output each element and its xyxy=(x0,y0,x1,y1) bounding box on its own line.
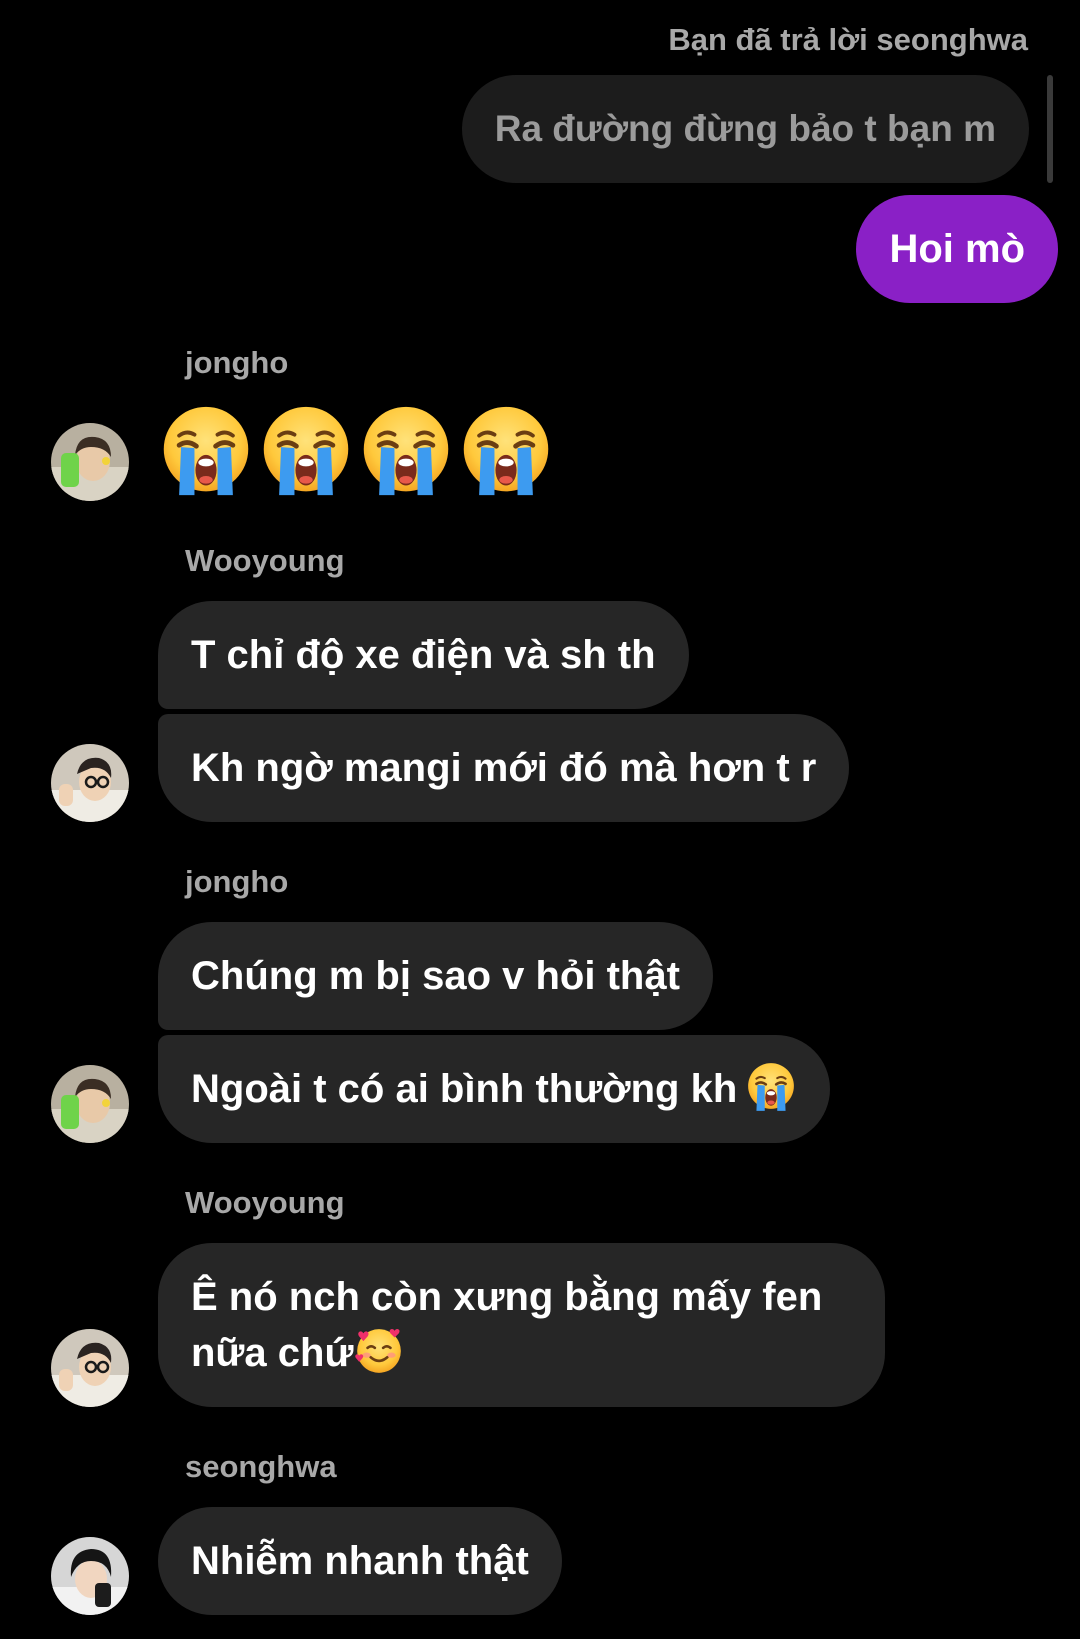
sender-name: jongho xyxy=(185,864,289,899)
sent-message-bubble[interactable]: Hoi mò xyxy=(856,195,1058,303)
message-bubble[interactable]: T chỉ độ xe điện và sh th xyxy=(158,601,689,709)
emoji-message[interactable] xyxy=(158,403,554,499)
loudly-crying-face-icon xyxy=(158,403,254,499)
avatar-jongho[interactable] xyxy=(51,423,129,501)
message-bubble[interactable]: Kh ngờ mangi mới đó mà hơn t r xyxy=(158,714,850,822)
message-text: Ê nó nch còn xưng bằng mấy fen nữa chứ xyxy=(191,1275,823,1375)
loudly-crying-face-icon xyxy=(745,1061,797,1113)
loudly-crying-face-icon xyxy=(358,403,454,499)
sender-name: jongho xyxy=(185,345,289,380)
loudly-crying-face-icon xyxy=(258,403,354,499)
message-bubble[interactable]: Nhiễm nhanh thật xyxy=(158,1507,562,1615)
reply-context-label: Bạn đã trả lời seonghwa xyxy=(668,22,1028,57)
sender-name: Wooyoung xyxy=(185,543,345,578)
avatar-wooyoung[interactable] xyxy=(51,1329,129,1407)
message-bubble[interactable]: Ê nó nch còn xưng bằng mấy fen nữa chứ xyxy=(158,1243,885,1407)
avatar-jongho[interactable] xyxy=(51,1065,129,1143)
sender-name: seonghwa xyxy=(185,1449,337,1484)
reply-quote-bar xyxy=(1047,75,1053,183)
smiling-face-with-hearts-icon xyxy=(353,1325,405,1377)
loudly-crying-face-icon xyxy=(458,403,554,499)
message-text: Ngoài t có ai bình thường kh xyxy=(191,1067,738,1111)
avatar-seonghwa[interactable] xyxy=(51,1537,129,1615)
sender-name: Wooyoung xyxy=(185,1185,345,1220)
message-bubble[interactable]: Chúng m bị sao v hỏi thật xyxy=(158,922,713,1030)
avatar-wooyoung[interactable] xyxy=(51,744,129,822)
message-bubble[interactable]: Ngoài t có ai bình thường kh xyxy=(158,1035,831,1143)
quoted-message-bubble[interactable]: Ra đường đừng bảo t bạn m xyxy=(461,75,1029,183)
